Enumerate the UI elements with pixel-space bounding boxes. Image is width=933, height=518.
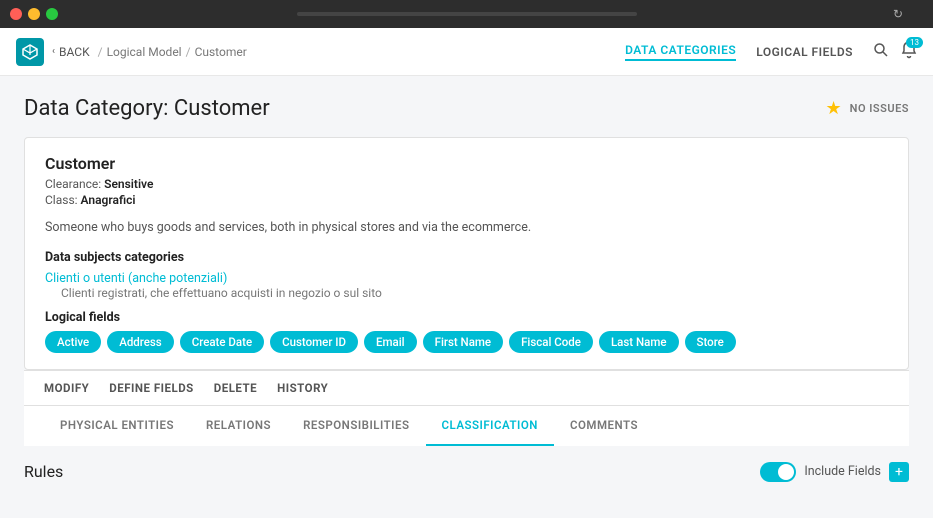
- navbar-right: DATA CATEGORIES LOGICAL FIELDS 13: [625, 41, 917, 63]
- logical-fields-title: Logical fields: [45, 310, 888, 325]
- back-label: BACK: [59, 45, 90, 59]
- action-define-fields[interactable]: DEFINE FIELDS: [109, 381, 193, 395]
- toggle-knob: [778, 464, 794, 480]
- rules-title: Rules: [24, 462, 63, 481]
- action-bar: MODIFY DEFINE FIELDS DELETE HISTORY: [24, 370, 909, 405]
- tab-relations[interactable]: RELATIONS: [190, 406, 287, 446]
- titlebar: ↻: [0, 0, 933, 28]
- add-button[interactable]: +: [889, 462, 909, 482]
- class-row: Class: Anagrafici: [45, 193, 888, 207]
- page-header-right: ★ NO ISSUES: [826, 98, 909, 119]
- tab-comments[interactable]: COMMENTS: [554, 406, 654, 446]
- logical-field-tag[interactable]: Store: [685, 331, 736, 353]
- logical-fields-section: Logical fields Active Address Create Date C…: [45, 310, 888, 353]
- back-button[interactable]: ‹ BACK: [52, 45, 90, 59]
- page-title: Data Category: Customer: [24, 96, 270, 121]
- url-bar[interactable]: [297, 12, 637, 16]
- content-wrapper: Data Category: Customer ★ NO ISSUES Cust…: [0, 76, 933, 446]
- data-subject-link[interactable]: Clienti o utenti (anche potenziali): [45, 271, 227, 286]
- entity-description: Someone who buys goods and services, bot…: [45, 219, 888, 238]
- tab-responsibilities[interactable]: RESPONSIBILITIES: [287, 406, 425, 446]
- breadcrumb-logical-model[interactable]: Logical Model: [107, 45, 182, 59]
- logical-field-tag[interactable]: Create Date: [180, 331, 264, 353]
- include-fields-row: Include Fields +: [760, 462, 909, 482]
- entity-name: Customer: [45, 154, 888, 173]
- nav-logical-fields[interactable]: LOGICAL FIELDS: [756, 45, 853, 59]
- logical-field-tag[interactable]: Last Name: [599, 331, 679, 353]
- notification-icon[interactable]: 13: [901, 41, 917, 63]
- data-subject-desc: Clienti registrati, che effettuano acqui…: [61, 286, 888, 300]
- chevron-left-icon: ‹: [52, 46, 55, 57]
- logical-field-tag[interactable]: Address: [107, 331, 174, 353]
- navbar: ‹ BACK / Logical Model / Customer DATA C…: [0, 28, 933, 76]
- class-value: Anagrafici: [81, 193, 136, 207]
- refresh-icon[interactable]: ↻: [893, 7, 903, 21]
- favorite-star-icon[interactable]: ★: [826, 98, 842, 119]
- action-delete[interactable]: DELETE: [214, 381, 257, 395]
- include-fields-label: Include Fields: [804, 464, 881, 479]
- main-content: Data Category: Customer ★ NO ISSUES Cust…: [0, 76, 933, 498]
- page-header: Data Category: Customer ★ NO ISSUES: [24, 96, 909, 121]
- search-icon[interactable]: [873, 42, 889, 62]
- breadcrumb-customer: Customer: [195, 45, 247, 59]
- entity-card: Customer Clearance: Sensitive Class: Ana…: [24, 137, 909, 370]
- clearance-value: Sensitive: [104, 177, 153, 191]
- logical-field-tag[interactable]: Email: [364, 331, 417, 353]
- maximize-btn[interactable]: [46, 8, 58, 20]
- action-modify[interactable]: MODIFY: [44, 381, 89, 395]
- bottom-tabs: PHYSICAL ENTITIESRELATIONSRESPONSIBILITI…: [24, 405, 909, 446]
- tags-row: Active Address Create Date Customer ID Email…: [45, 331, 888, 353]
- nav-icons: 13: [873, 41, 917, 63]
- no-issues-badge: NO ISSUES: [850, 102, 909, 115]
- breadcrumb: / Logical Model / Customer: [98, 45, 247, 59]
- notification-count: 13: [906, 37, 923, 48]
- clearance-row: Clearance: Sensitive: [45, 177, 888, 191]
- nav-data-categories[interactable]: DATA CATEGORIES: [625, 43, 736, 61]
- clearance-label: Clearance:: [45, 177, 101, 191]
- logical-field-tag[interactable]: Customer ID: [270, 331, 358, 353]
- tab-classification[interactable]: CLASSIFICATION: [426, 406, 554, 446]
- close-btn[interactable]: [10, 8, 22, 20]
- navbar-left: ‹ BACK / Logical Model / Customer: [16, 38, 247, 66]
- logical-field-tag[interactable]: Active: [45, 331, 101, 353]
- app-logo: [16, 38, 44, 66]
- logical-field-tag[interactable]: Fiscal Code: [509, 331, 593, 353]
- action-history[interactable]: HISTORY: [277, 381, 328, 395]
- include-fields-toggle[interactable]: [760, 462, 796, 482]
- minimize-btn[interactable]: [28, 8, 40, 20]
- class-label: Class:: [45, 193, 78, 207]
- tab-physical-entities[interactable]: PHYSICAL ENTITIES: [44, 406, 190, 446]
- data-subjects-title: Data subjects categories: [45, 250, 888, 265]
- logical-field-tag[interactable]: First Name: [423, 331, 503, 353]
- bottom-section: Rules Include Fields +: [0, 446, 933, 498]
